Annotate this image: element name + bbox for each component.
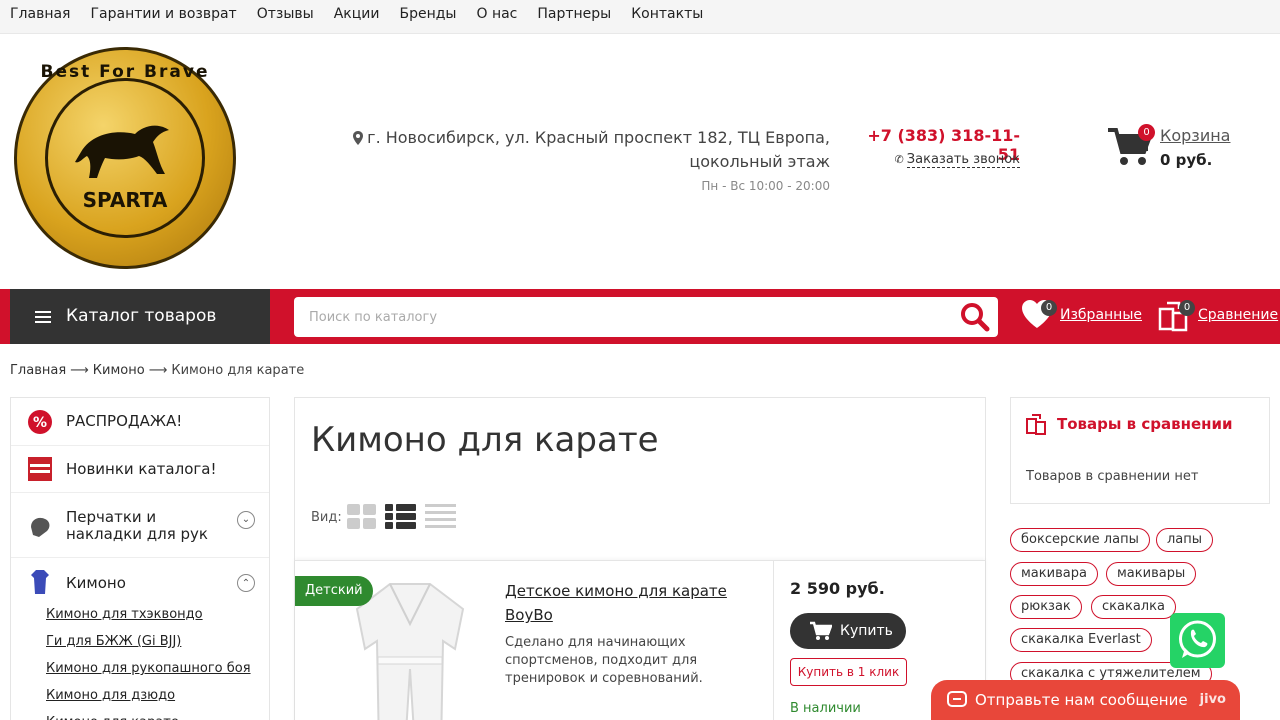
new-icon xyxy=(28,457,52,481)
breadcrumb-arrow-icon: ⟶ xyxy=(148,363,168,378)
chevron-up-icon[interactable]: ⌃ xyxy=(237,574,255,592)
grid-view-icon[interactable] xyxy=(347,504,376,530)
submenu-item[interactable]: Кимоно для карате xyxy=(46,709,251,720)
table-view-icon[interactable] xyxy=(425,504,456,530)
tag[interactable]: лапы xyxy=(1156,528,1214,552)
breadcrumb: Главная ⟶ Кимоно ⟶ Кимоно для карате xyxy=(10,363,304,378)
callback-link[interactable]: ✆ Заказать звонок xyxy=(860,152,1020,168)
compare-widget: Товары в сравнении Товаров в сравнении н… xyxy=(1010,397,1270,504)
sidebar-item-label: Перчатки и накладки для рук xyxy=(66,508,208,543)
chat-widget-button[interactable]: Отправьте нам сообщение jivo xyxy=(931,680,1240,720)
submenu-item[interactable]: Кимоно для тхэквондо xyxy=(46,601,251,628)
product-description: Сделано для начинающих спортсменов, подх… xyxy=(505,635,703,686)
phone-icon: ✆ xyxy=(894,153,904,166)
favorites-link[interactable]: Избранные xyxy=(1060,307,1142,323)
view-switcher xyxy=(347,504,456,530)
logo-ring-text: Best For Brave xyxy=(40,62,210,82)
sidebar-item-label: Кимоно xyxy=(66,574,126,592)
glove-icon xyxy=(31,517,50,537)
cart-icon xyxy=(810,621,832,640)
tag[interactable]: боксерские лапы xyxy=(1010,528,1150,552)
compare-link[interactable]: Сравнение xyxy=(1198,307,1278,323)
sidebar-item-gloves[interactable]: Перчатки и накладки для рук ⌄ xyxy=(11,493,269,558)
location-pin-icon xyxy=(353,128,364,145)
working-hours: Пн - Вс 10:00 - 20:00 xyxy=(701,179,830,193)
topnav-home[interactable]: Главная xyxy=(10,0,70,28)
store-address: г. Новосибирск, ул. Красный проспект 182… xyxy=(300,126,830,174)
one-click-buy-button[interactable]: Купить в 1 клик xyxy=(790,658,907,686)
panther-icon xyxy=(75,125,169,178)
submenu-item[interactable]: Кимоно для рукопашного боя xyxy=(46,655,251,682)
tag[interactable]: макивары xyxy=(1106,562,1197,586)
topnav-reviews[interactable]: Отзывы xyxy=(257,0,314,28)
compare-empty-text: Товаров в сравнении нет xyxy=(1026,469,1199,484)
chevron-down-icon[interactable]: ⌄ xyxy=(237,511,255,529)
topnav-guarantee[interactable]: Гарантии и возврат xyxy=(90,0,236,28)
catalog-sidebar: % РАСПРОДАЖА! Новинки каталога! Перчатки… xyxy=(10,397,270,720)
submenu-item[interactable]: Кимоно для дзюдо xyxy=(46,682,251,709)
product-price: 2 590 руб. xyxy=(790,579,885,598)
sale-icon: % xyxy=(28,410,52,434)
topnav-promos[interactable]: Акции xyxy=(334,0,380,28)
menu-icon xyxy=(35,311,51,323)
tag[interactable]: скакалка xyxy=(1091,595,1176,619)
breadcrumb-arrow-icon: ⟶ xyxy=(70,363,89,378)
whatsapp-button[interactable] xyxy=(1170,613,1225,668)
product-title-link[interactable]: Детское кимоно для карате BoyBo xyxy=(505,579,745,627)
list-view-icon[interactable] xyxy=(385,504,416,530)
sidebar-item-label: Новинки каталога! xyxy=(66,460,217,478)
topnav-brands[interactable]: Бренды xyxy=(399,0,456,28)
product-card: Детский Детское кимоно для карате BoyBo … xyxy=(295,560,985,720)
tag[interactable]: рюкзак xyxy=(1010,595,1082,619)
message-icon xyxy=(947,691,967,707)
stock-status: В наличии xyxy=(790,701,861,716)
cart-link[interactable]: Корзина xyxy=(1160,126,1230,145)
kids-badge: Детский xyxy=(295,576,373,606)
breadcrumb-current: Кимоно для карате xyxy=(171,363,305,378)
kimono-submenu: Кимоно для тхэквондо Ги для БЖЖ (Gi BJJ)… xyxy=(46,601,251,720)
tag[interactable]: скакалка Everlast xyxy=(1010,628,1152,652)
product-divider xyxy=(773,561,774,720)
topnav-partners[interactable]: Партнеры xyxy=(537,0,611,28)
sidebar-item-label: РАСПРОДАЖА! xyxy=(66,412,183,430)
topnav-contacts[interactable]: Контакты xyxy=(631,0,703,28)
address-text: г. Новосибирск, ул. Красный проспект 182… xyxy=(367,128,830,171)
category-content: Кимоно для карате Вид: Детский Детское к… xyxy=(294,397,986,720)
buy-label: Купить xyxy=(840,623,893,639)
cart-count-badge: 0 xyxy=(1138,124,1155,141)
view-label: Вид: xyxy=(311,510,342,525)
buy-button[interactable]: Купить xyxy=(790,613,906,649)
compare-icon xyxy=(1026,414,1046,435)
breadcrumb-home[interactable]: Главная xyxy=(10,363,66,378)
logo-brand: SPARTA xyxy=(82,188,168,212)
svg-text:%: % xyxy=(33,415,47,431)
chat-label: Отправьте нам сообщение xyxy=(975,691,1188,709)
search-icon[interactable] xyxy=(960,302,990,332)
favorites-count-badge: 0 xyxy=(1041,300,1057,316)
cart-total: 0 руб. xyxy=(1160,151,1213,169)
submenu-item[interactable]: Ги для БЖЖ (Gi BJJ) xyxy=(46,628,251,655)
search-input[interactable] xyxy=(294,297,934,337)
breadcrumb-parent[interactable]: Кимоно xyxy=(93,363,145,378)
catalog-label: Каталог товаров xyxy=(66,306,217,326)
catalog-menu-button[interactable]: Каталог товаров xyxy=(10,289,270,344)
callback-label: Заказать звонок xyxy=(906,152,1020,168)
page-title: Кимоно для карате xyxy=(311,420,659,460)
site-logo[interactable]: Best For Brave SPARTA xyxy=(14,47,236,269)
sidebar-item-kimono[interactable]: Кимоно ⌃ Кимоно для тхэквондо Ги для БЖЖ… xyxy=(11,558,269,720)
sidebar-item-new[interactable]: Новинки каталога! xyxy=(11,446,269,493)
topnav-about[interactable]: О нас xyxy=(476,0,517,28)
top-navigation: Главная Гарантии и возврат Отзывы Акции … xyxy=(0,0,1280,34)
compare-widget-title: Товары в сравнении xyxy=(1057,415,1233,433)
compare-count-badge: 0 xyxy=(1179,300,1195,316)
search-box xyxy=(294,297,998,337)
jivo-logo: jivo xyxy=(1199,692,1226,707)
whatsapp-icon xyxy=(1179,620,1216,658)
kimono-icon xyxy=(31,570,49,594)
tag[interactable]: макивара xyxy=(1010,562,1098,586)
sidebar-item-sale[interactable]: % РАСПРОДАЖА! xyxy=(11,398,269,446)
